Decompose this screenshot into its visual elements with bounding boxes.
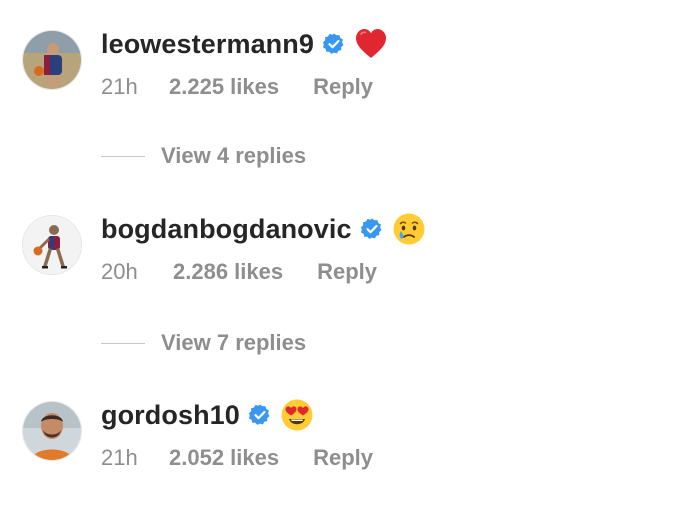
view-replies-button[interactable]: View 7 replies (101, 328, 306, 358)
likes-count[interactable]: 2.286 likes (173, 259, 283, 285)
comment-header: bogdanbogdanovic (101, 211, 426, 247)
timestamp: 21h (101, 74, 138, 99)
comment-item: leowestermann9 21h 2.225 likes Reply (0, 26, 676, 106)
avatar[interactable] (22, 30, 82, 90)
reply-button[interactable]: Reply (317, 259, 377, 285)
verified-badge-icon (322, 33, 344, 54)
comment-meta: 21h 2.052 likes Reply (101, 443, 373, 473)
comment-meta: 21h 2.225 likes Reply (101, 72, 373, 102)
divider (101, 155, 145, 157)
reply-button[interactable]: Reply (313, 74, 373, 100)
avatar[interactable] (22, 401, 82, 461)
username[interactable]: bogdanbogdanovic (101, 214, 352, 245)
likes-count[interactable]: 2.052 likes (169, 445, 279, 471)
crying-face-emoji-icon (393, 213, 425, 245)
verified-badge-icon (360, 218, 381, 239)
username[interactable]: leowestermann9 (101, 29, 314, 60)
comment-header: leowestermann9 (101, 26, 388, 62)
timestamp: 21h (101, 445, 138, 470)
red-heart-emoji-icon (355, 29, 386, 58)
view-replies-button[interactable]: View 4 replies (101, 141, 306, 171)
username[interactable]: gordosh10 (101, 400, 240, 431)
heart-eyes-emoji-icon (281, 399, 313, 431)
timestamp: 20h (101, 259, 138, 284)
reply-button[interactable]: Reply (313, 445, 373, 471)
comment-header: gordosh10 (101, 397, 314, 433)
avatar-image (23, 31, 81, 89)
likes-count[interactable]: 2.225 likes (169, 74, 279, 100)
comment-item: bogdanbogdanovic 20h 2.286 likes Reply (0, 211, 676, 291)
avatar-image (23, 216, 81, 274)
divider (101, 342, 145, 344)
avatar-image (23, 402, 81, 460)
view-replies-label: View 7 replies (161, 330, 307, 355)
comment-meta: 20h 2.286 likes Reply (101, 257, 377, 287)
comment-item: gordosh10 21h 2.052 likes Reply (0, 397, 676, 477)
view-replies-label: View 4 replies (161, 143, 307, 168)
avatar[interactable] (22, 215, 82, 275)
verified-badge-icon (248, 404, 270, 425)
